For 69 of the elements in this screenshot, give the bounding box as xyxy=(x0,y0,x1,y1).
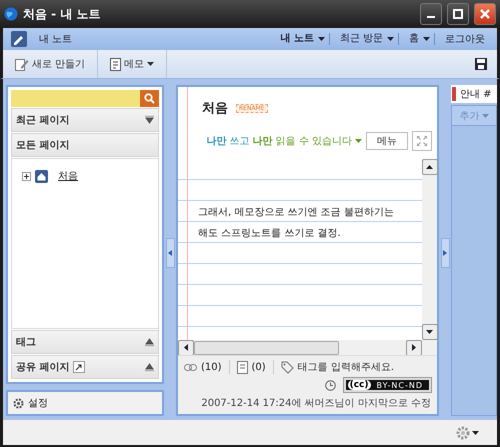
clock-icon[interactable] xyxy=(324,380,336,390)
nav-title: 내 노트 xyxy=(39,33,74,46)
note-text: 그래서, 메모장으로 쓰기엔 조금 불편하기는 xyxy=(198,206,394,218)
attachment-icon xyxy=(236,360,248,374)
modified-info: 2007-12-14 17:24에 써머즈님이 마지막으로 수정 xyxy=(200,397,431,410)
search-field[interactable] xyxy=(11,90,140,107)
window-title: 처음 - 내 노트 xyxy=(23,6,102,22)
note-text: 해도 스프링노트를 쓰기로 결정. xyxy=(198,226,341,240)
up-arrow-icon[interactable] xyxy=(426,165,433,169)
gear-icon xyxy=(13,398,24,408)
expand-handle[interactable] xyxy=(440,238,450,268)
tag-field[interactable]: 태그를 입력해주세요. xyxy=(298,362,431,372)
access-dropdown[interactable]: 나만 쓰고 나만 읽을 수 있습니다 xyxy=(206,134,362,148)
globe-icon xyxy=(4,7,18,21)
note-editor[interactable]: 그래서, 메모장으로 쓰기엔 조금 불편하기는 해도 스프링노트를 쓰기로 결정. xyxy=(178,159,422,340)
license-badge[interactable]: (cc) BY-NC-ND xyxy=(344,378,431,392)
down-arrow-icon[interactable] xyxy=(426,330,433,334)
section-title: 태그 xyxy=(16,336,37,349)
caret-icon xyxy=(147,62,154,66)
tag-icon xyxy=(280,360,294,374)
nav-menu[interactable]: 홈 xyxy=(405,33,435,45)
caret-icon xyxy=(318,37,325,41)
horizontal-scrollbar[interactable] xyxy=(178,340,437,355)
maximize-icon xyxy=(453,9,463,19)
right-arrow-icon[interactable] xyxy=(412,344,416,351)
pencil-icon xyxy=(11,31,27,47)
document-icon xyxy=(110,58,122,70)
vertical-scrollbar[interactable] xyxy=(422,159,437,340)
settings-button[interactable]: 설정 xyxy=(6,390,164,416)
collapse-handle[interactable] xyxy=(166,238,174,268)
expand-icon[interactable] xyxy=(22,172,31,180)
collapse-icon[interactable] xyxy=(145,363,154,371)
caret-icon xyxy=(482,114,488,118)
close-button[interactable] xyxy=(474,3,496,25)
caret-icon xyxy=(355,139,362,143)
collapse-icon[interactable] xyxy=(145,338,154,346)
attachment-count[interactable]: (0) xyxy=(252,362,266,372)
section-header[interactable]: 모든 페이지 xyxy=(11,133,159,157)
note-title: 처음 xyxy=(202,100,228,117)
section-title: 최근 페이지 xyxy=(16,114,70,127)
section-header[interactable]: 공유 페이지 xyxy=(11,355,159,379)
home-icon xyxy=(35,170,48,182)
section-title: 모든 페이지 xyxy=(16,139,70,152)
close-icon xyxy=(480,9,490,19)
section-header[interactable]: 태그 xyxy=(11,330,159,354)
link-icon xyxy=(184,364,197,370)
logout-link[interactable]: 로그아웃 xyxy=(441,32,489,46)
expand-icon[interactable] xyxy=(145,116,154,124)
section-header[interactable]: 최근 페이지 xyxy=(11,108,159,132)
link-count[interactable]: (10) xyxy=(201,362,222,372)
menu-button[interactable]: 메뉴 xyxy=(366,132,408,150)
minimize-button[interactable] xyxy=(420,3,442,25)
new-page-button[interactable]: 새로 만들기 xyxy=(3,50,98,78)
save-icon[interactable] xyxy=(475,58,487,70)
memo-button[interactable]: 메모 xyxy=(98,50,168,78)
caret-icon xyxy=(423,37,430,41)
caret-icon xyxy=(472,430,479,434)
nav-menu[interactable]: 최근 방문 xyxy=(336,33,399,45)
fullscreen-icon[interactable] xyxy=(412,131,432,151)
search-icon xyxy=(144,93,155,104)
section-title: 공유 페이지 xyxy=(16,361,70,374)
search-button[interactable] xyxy=(140,90,159,107)
maximize-button[interactable] xyxy=(447,3,469,25)
caret-icon xyxy=(387,37,394,41)
nav-menu[interactable]: 내 노트 xyxy=(276,33,330,45)
guide-tab[interactable]: 안내 # xyxy=(451,85,497,103)
pencil-icon xyxy=(15,58,29,70)
tree-item[interactable]: 처음 xyxy=(58,169,78,183)
left-arrow-icon[interactable] xyxy=(184,344,188,351)
